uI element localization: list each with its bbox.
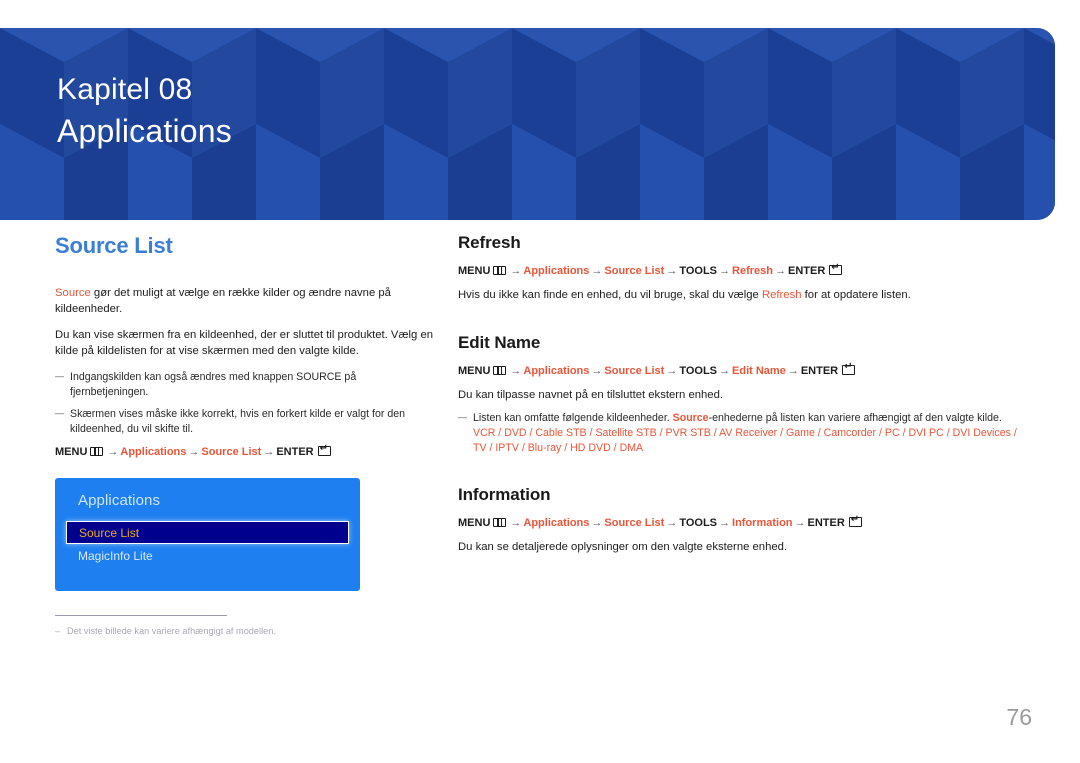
osd-item-label: Source List bbox=[79, 525, 140, 540]
menu-grid-icon bbox=[493, 266, 507, 275]
device-note-post: -enhederne på listen kan variere afhængi… bbox=[708, 412, 1002, 424]
enter-key-icon: ↵ bbox=[842, 362, 856, 375]
information-body: Du kan se detaljerede oplysninger om den… bbox=[458, 541, 788, 553]
menu-step-final: Refresh bbox=[732, 265, 773, 277]
device-note-pre: Listen kan omfatte følgende kildeenheder… bbox=[473, 412, 673, 424]
menu-step-source-list: Source List bbox=[604, 364, 665, 377]
arrow-glyph: → bbox=[666, 517, 678, 529]
source-highlight: Source bbox=[55, 287, 91, 299]
chapter-label: Kapitel 08 bbox=[57, 73, 193, 106]
intro-rest: gør det muligt at vælge en række kilder … bbox=[55, 287, 391, 315]
device-list-line-2: TV / IPTV / Blu-ray / HD DVD / DMA bbox=[473, 442, 644, 454]
device-list-line-1: VCR / DVD / Cable STB / Satellite STB / … bbox=[473, 427, 1017, 439]
menu-step-final: Edit Name bbox=[732, 364, 786, 377]
chapter-banner: Kapitel 08 Applications bbox=[0, 28, 1055, 220]
menu-path-edit-name: MENU → Applications → Source List → TOOLS → Edit… bbox=[458, 362, 1030, 379]
menu-label: MENU bbox=[458, 517, 491, 529]
enter-key-icon: ↵ bbox=[848, 514, 862, 527]
menu-step-source-list: Source List bbox=[604, 517, 665, 529]
menu-step-tools: TOOLS bbox=[679, 265, 718, 277]
section-heading-refresh: Refresh bbox=[458, 233, 521, 252]
body-post: for at opdatere listen. bbox=[801, 289, 911, 301]
menu-grid-icon bbox=[90, 447, 104, 456]
paragraph-2: Du kan vise skærmen fra en kildeenhed, d… bbox=[55, 329, 434, 357]
menu-grid-icon bbox=[493, 518, 507, 527]
osd-item-magicinfo-lite[interactable]: MagicInfo Lite bbox=[66, 544, 349, 567]
arrow-glyph: → bbox=[188, 446, 200, 458]
menu-path-source-list: MENU → Applications → Source List → ENTER ↵ bbox=[55, 443, 433, 460]
arrow-glyph: → bbox=[510, 364, 522, 377]
body-pre: Hvis du ikke kan finde en enhed, du vil … bbox=[458, 289, 762, 301]
arrow-glyph: → bbox=[510, 265, 522, 277]
arrow-glyph: → bbox=[591, 517, 603, 529]
enter-label: ENTER bbox=[276, 446, 314, 458]
menu-step-source-list: Source List bbox=[201, 446, 262, 458]
enter-key-icon: ↵ bbox=[829, 262, 843, 275]
arrow-glyph: → bbox=[794, 517, 806, 529]
osd-item-label: MagicInfo Lite bbox=[78, 548, 153, 563]
arrow-glyph: → bbox=[591, 364, 603, 377]
menu-step-applications: Applications bbox=[523, 364, 590, 377]
note-item: Skærmen vises måske ikke korrekt, hvis e… bbox=[55, 406, 433, 437]
arrow-glyph: → bbox=[666, 265, 678, 277]
arrow-glyph: → bbox=[510, 517, 522, 529]
menu-step-source-list: Source List bbox=[604, 265, 665, 277]
arrow-glyph: → bbox=[719, 517, 731, 529]
edit-name-body: Du kan tilpasse navnet på en tilsluttet … bbox=[458, 388, 724, 401]
page-title: Source List bbox=[55, 233, 173, 258]
footnote-block: Det viste billede kan variere afhængigt … bbox=[55, 615, 276, 638]
document-page: Kapitel 08 Applications Source List Sour… bbox=[0, 0, 1080, 763]
footnote-text: Det viste billede kan variere afhængigt … bbox=[55, 625, 276, 638]
enter-label: ENTER bbox=[800, 364, 839, 377]
menu-grid-icon bbox=[493, 365, 507, 375]
refresh-body: Hvis du ikke kan finde en enhed, du vil … bbox=[458, 288, 1030, 304]
section-heading-information: Information bbox=[458, 485, 551, 504]
menu-label: MENU bbox=[55, 446, 88, 458]
menu-step-tools: TOOLS bbox=[679, 517, 718, 529]
menu-step-final: Information bbox=[732, 517, 793, 529]
arrow-glyph: → bbox=[787, 364, 799, 377]
device-note-highlight: Source bbox=[672, 412, 709, 424]
arrow-glyph: → bbox=[774, 265, 786, 277]
left-column: Source List Source gør det muligt at væl… bbox=[55, 232, 433, 638]
right-column: Refresh MENU → Applications → Source List → TO… bbox=[458, 232, 1030, 564]
arrow-glyph: → bbox=[107, 446, 119, 458]
menu-step-applications: Applications bbox=[523, 517, 590, 529]
arrow-glyph: → bbox=[666, 364, 678, 377]
enter-label: ENTER bbox=[787, 265, 826, 277]
osd-menu-mock: Applications Source List MagicInfo Lite bbox=[55, 478, 360, 591]
enter-label: ENTER bbox=[807, 517, 845, 529]
menu-path-refresh: MENU → Applications → Source List → TOOLS → Refr… bbox=[458, 262, 1030, 279]
osd-item-source-list[interactable]: Source List bbox=[66, 521, 349, 544]
arrow-glyph: → bbox=[263, 446, 275, 458]
arrow-glyph: → bbox=[719, 265, 731, 277]
page-number: 76 bbox=[1006, 704, 1032, 730]
device-list-note: Listen kan omfatte følgende kildeenheder… bbox=[458, 410, 1030, 456]
menu-step-applications: Applications bbox=[120, 446, 187, 458]
body-highlight: Refresh bbox=[761, 289, 802, 301]
menu-step-applications: Applications bbox=[523, 265, 590, 277]
intro-paragraph: Source gør det muligt at vælge en række … bbox=[55, 286, 433, 317]
osd-title: Applications bbox=[78, 492, 161, 509]
arrow-glyph: → bbox=[591, 265, 603, 277]
banner-title-group: Kapitel 08 Applications bbox=[57, 70, 232, 152]
menu-step-tools: TOOLS bbox=[679, 364, 718, 377]
menu-label: MENU bbox=[458, 265, 491, 277]
enter-key-icon: ↵ bbox=[317, 443, 331, 456]
menu-path-information: MENU → Applications → Source List → TOOLS → Info… bbox=[458, 514, 1030, 531]
section-heading-edit-name: Edit Name bbox=[458, 332, 541, 352]
footnote-divider bbox=[55, 615, 227, 617]
arrow-glyph: → bbox=[719, 364, 731, 377]
note-item: Indgangskilden kan også ændres med knapp… bbox=[55, 369, 433, 400]
chapter-name: Applications bbox=[57, 113, 232, 149]
menu-label: MENU bbox=[458, 364, 491, 377]
